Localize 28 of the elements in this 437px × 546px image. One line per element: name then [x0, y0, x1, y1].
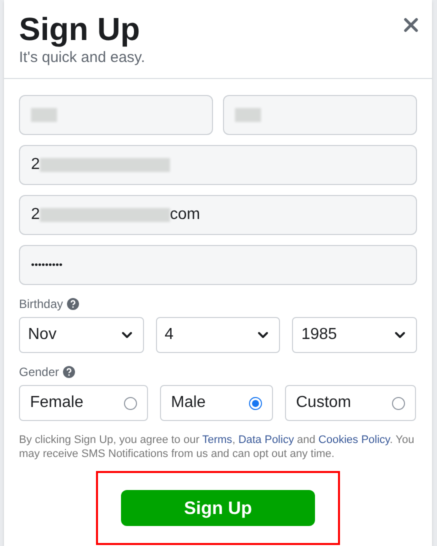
terms-text: By clicking Sign Up, you agree to our Terms, Data Policy and Cookies Policy. You may receive SMS Notifications from us and can opt out any time.: [19, 433, 416, 461]
field-value: 2: [31, 205, 40, 225]
gender-label: Gender: [19, 364, 60, 381]
dialog-title: Sign Up: [19, 10, 141, 48]
dialog-subtitle: It's quick and easy.: [19, 48, 145, 68]
birthday-label: Birthday: [19, 296, 64, 313]
field-value: •••••••••: [31, 258, 63, 272]
select-dropdown[interactable]: 1985: [292, 317, 417, 353]
help-icon: [67, 298, 80, 310]
select-dropdown[interactable]: 4: [156, 317, 280, 353]
help-icon: [63, 366, 76, 378]
field-value: 2: [31, 155, 40, 175]
policy-link[interactable]: Cookies Policy: [318, 434, 390, 446]
radio-button[interactable]: [249, 396, 262, 410]
select-dropdown[interactable]: Nov: [19, 317, 144, 353]
radio-label: Female: [30, 393, 84, 413]
radio-label: Custom: [296, 393, 352, 413]
radio-label: Male: [171, 393, 206, 413]
field-value: com: [170, 205, 200, 225]
input-field[interactable]: •••••••••: [19, 245, 417, 285]
input-field[interactable]: [19, 95, 213, 135]
radio-button[interactable]: [124, 396, 137, 410]
policy-link[interactable]: Terms: [202, 434, 232, 446]
policy-link[interactable]: Data Policy: [238, 434, 294, 446]
input-field[interactable]: 2 com: [19, 195, 417, 235]
input-field[interactable]: 2: [19, 145, 417, 185]
radio-button[interactable]: [392, 396, 405, 410]
input-field[interactable]: [223, 95, 417, 135]
